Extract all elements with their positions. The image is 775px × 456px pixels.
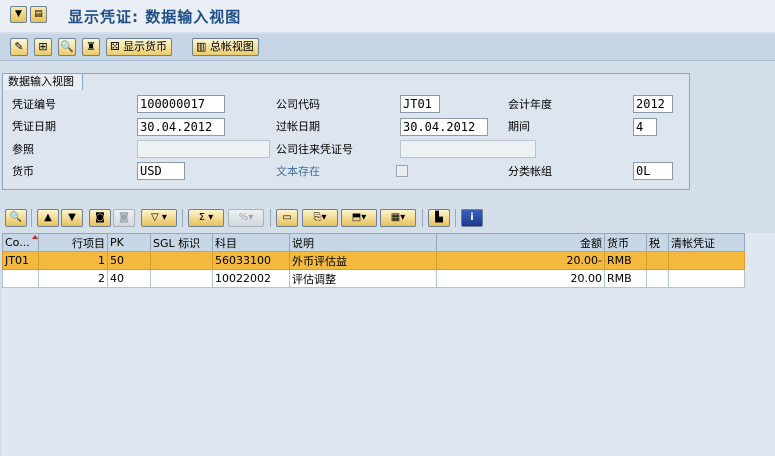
- display-currency-button[interactable]: ⚄ 显示货币: [106, 38, 173, 56]
- sort-descending-icon[interactable]: ▼: [61, 209, 83, 227]
- group-title: 数据输入视图: [2, 73, 83, 90]
- general-ledger-view-button[interactable]: ▥ 总帐视图: [192, 38, 259, 56]
- cell-clearing-doc[interactable]: [668, 251, 745, 270]
- export-icon[interactable]: ⎘▾: [302, 209, 338, 227]
- chart-icon[interactable]: ▙: [428, 209, 450, 227]
- cell-description[interactable]: 外币评估益: [289, 251, 437, 270]
- posting-date-label: 过帐日期: [276, 120, 320, 133]
- text-exists-label: 文本存在: [276, 165, 320, 178]
- toolbar-separator: [270, 209, 271, 227]
- details-icon[interactable]: 🔍: [5, 209, 27, 227]
- toolbar-separator: [31, 209, 32, 227]
- cell-line-item[interactable]: 1: [38, 251, 108, 270]
- cell-account[interactable]: 56033100: [212, 251, 290, 270]
- cell-currency[interactable]: RMB: [604, 269, 647, 288]
- cell-amount[interactable]: 20.00: [436, 269, 605, 288]
- find-next-icon: ◙: [113, 209, 135, 227]
- text-exists-checkbox[interactable]: [396, 165, 408, 177]
- reference-label: 参照: [12, 143, 34, 156]
- cell-currency[interactable]: RMB: [604, 251, 647, 270]
- column-header[interactable]: 税: [646, 233, 669, 252]
- cell-tax[interactable]: [646, 251, 669, 270]
- doc-number-field[interactable]: 100000017: [137, 95, 225, 113]
- cell-company[interactable]: JT01: [2, 251, 39, 270]
- reference-field[interactable]: [137, 140, 270, 158]
- currency-label: 货币: [12, 165, 34, 178]
- column-header[interactable]: 金额: [436, 233, 605, 252]
- filter-icon[interactable]: ▽ ▾: [141, 209, 177, 227]
- data-entry-view-group: [2, 73, 690, 190]
- table-row[interactable]: 2 40 10022002 评估调整 20.00 RMB: [2, 269, 745, 288]
- display-icon[interactable]: 🔍: [58, 38, 76, 56]
- ledger-group-field[interactable]: 0L: [633, 162, 673, 180]
- cell-company[interactable]: [2, 269, 39, 288]
- fiscal-year-label: 会计年度: [508, 98, 552, 111]
- find-icon[interactable]: ◙: [89, 209, 111, 227]
- cell-sgl[interactable]: [150, 269, 213, 288]
- period-label: 期间: [508, 120, 530, 133]
- column-header[interactable]: 清帐凭证: [668, 233, 745, 252]
- company-code-field[interactable]: JT01: [400, 95, 440, 113]
- menu-icon[interactable]: ▼: [10, 6, 27, 23]
- cell-line-item[interactable]: 2: [38, 269, 108, 288]
- total-icon[interactable]: Σ ▾: [188, 209, 224, 227]
- period-field[interactable]: 4: [633, 118, 657, 136]
- table-row[interactable]: JT01 1 50 56033100 外币评估益 20.00- RMB: [2, 251, 745, 270]
- print-preview-icon[interactable]: ▭: [276, 209, 298, 227]
- toolbar-separator: [182, 209, 183, 227]
- posting-date-field[interactable]: 30.04.2012: [400, 118, 488, 136]
- column-header[interactable]: 说明: [289, 233, 437, 252]
- hierarchy-icon[interactable]: ⊞: [34, 38, 52, 56]
- intercompany-field[interactable]: [400, 140, 536, 158]
- doc-date-label: 凭证日期: [12, 120, 56, 133]
- company-code-label: 公司代码: [276, 98, 320, 111]
- ledger-icon: ▥: [196, 40, 207, 53]
- doc-number-label: 凭证编号: [12, 98, 56, 111]
- column-header[interactable]: 货币: [604, 233, 647, 252]
- table-header-row: Co... 行项目 PK SGL 标识 科目 说明 金额 货币 税 清帐凭证: [2, 233, 745, 252]
- line-items-table: Co... 行项目 PK SGL 标识 科目 说明 金额 货币 税 清帐凭证 J…: [2, 233, 745, 288]
- cell-tax[interactable]: [646, 269, 669, 288]
- hat-icon[interactable]: ♜: [82, 38, 100, 56]
- toolbar-separator: [455, 209, 456, 227]
- column-header[interactable]: 科目: [212, 233, 290, 252]
- cell-amount[interactable]: 20.00-: [436, 251, 605, 270]
- fiscal-year-field[interactable]: 2012: [633, 95, 673, 113]
- page-title: 显示凭证: 数据输入视图: [68, 8, 242, 26]
- column-header[interactable]: PK: [107, 233, 151, 252]
- cell-account[interactable]: 10022002: [212, 269, 290, 288]
- column-header[interactable]: SGL 标识: [150, 233, 213, 252]
- toolbar-separator: [422, 209, 423, 227]
- cell-pk[interactable]: 40: [107, 269, 151, 288]
- edit-icon[interactable]: ✎: [10, 38, 28, 56]
- send-icon[interactable]: ⬒▾: [341, 209, 377, 227]
- sort-ascending-icon[interactable]: ▲: [37, 209, 59, 227]
- intercompany-label: 公司往来凭证号: [276, 143, 353, 156]
- currency-icon: ⚄: [110, 40, 120, 53]
- doc-date-field[interactable]: 30.04.2012: [137, 118, 225, 136]
- cell-description[interactable]: 评估调整: [289, 269, 437, 288]
- currency-field[interactable]: USD: [137, 162, 185, 180]
- sort-indicator-icon: [32, 235, 38, 239]
- ledger-group-label: 分类帐组: [508, 165, 552, 178]
- subtotal-icon: %▾: [228, 209, 264, 227]
- cell-clearing-doc[interactable]: [668, 269, 745, 288]
- layout-icon[interactable]: ▦▾: [380, 209, 416, 227]
- column-header[interactable]: 行项目: [38, 233, 108, 252]
- document-icon[interactable]: ▤: [30, 6, 47, 23]
- info-icon[interactable]: i: [461, 209, 483, 227]
- cell-sgl[interactable]: [150, 251, 213, 270]
- cell-pk[interactable]: 50: [107, 251, 151, 270]
